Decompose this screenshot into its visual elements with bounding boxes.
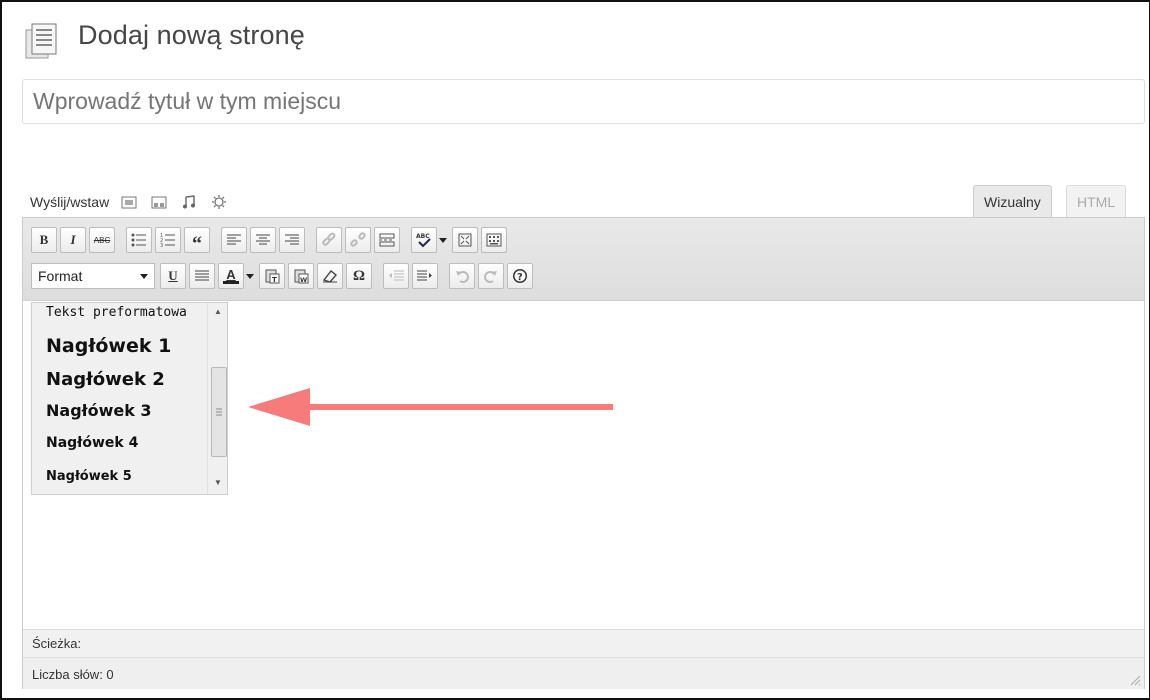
media-icon[interactable] <box>209 194 229 210</box>
format-option-heading-2[interactable]: Nagłówek 2 <box>46 369 165 390</box>
bullet-list-icon[interactable] <box>126 227 152 253</box>
fullscreen-icon[interactable] <box>452 227 478 253</box>
text-color-label: A <box>226 267 236 282</box>
help-icon[interactable]: ? <box>507 263 533 289</box>
dropdown-scrollbar[interactable]: ▲ ▼ <box>207 303 227 494</box>
undo-icon[interactable] <box>449 263 475 289</box>
format-option-heading-3[interactable]: Nagłówek 3 <box>46 401 152 420</box>
word-count-bar: Liczba słów: 0 <box>23 657 1144 689</box>
strikethrough-button[interactable]: ABC <box>89 227 115 253</box>
underline-label: U <box>168 268 178 283</box>
scroll-up-arrow-icon[interactable]: ▲ <box>212 307 224 317</box>
text-color-dropdown-icon[interactable] <box>244 263 256 289</box>
format-select[interactable]: Format <box>31 263 155 289</box>
editor: B I ABC 123 “ ABC Format U A T W Ω ? Tek… <box>22 217 1145 689</box>
audio-icon[interactable] <box>179 194 199 210</box>
scrollbar-thumb[interactable] <box>211 367 227 457</box>
numbered-list-icon[interactable]: 123 <box>155 227 181 253</box>
italic-button[interactable]: I <box>60 227 86 253</box>
svg-text:3: 3 <box>160 243 163 247</box>
indent-icon[interactable] <box>412 263 438 289</box>
kitchen-sink-icon[interactable] <box>481 227 507 253</box>
upload-insert-label: Wyślij/wstaw <box>30 194 110 210</box>
svg-text:T: T <box>272 276 277 284</box>
more-tag-icon[interactable] <box>374 227 400 253</box>
annotation-arrow-icon <box>248 388 613 426</box>
resize-grip-icon[interactable] <box>1129 674 1141 686</box>
format-option-preformatted[interactable]: Tekst preformatowa <box>46 305 187 320</box>
word-count: Liczba słów: 0 <box>32 667 114 682</box>
upload-insert-bar: Wyślij/wstaw <box>30 192 239 212</box>
blockquote-button[interactable]: “ <box>184 227 210 255</box>
path-label: Ścieżka: <box>32 636 82 651</box>
format-option-heading-5[interactable]: Nagłówek 5 <box>46 469 132 484</box>
italic-label: I <box>70 232 76 247</box>
underline-button[interactable]: U <box>160 263 186 289</box>
paste-text-icon[interactable]: T <box>259 263 285 289</box>
post-title-input[interactable] <box>22 79 1145 124</box>
omega-label: Ω <box>352 267 365 284</box>
scroll-down-arrow-icon[interactable]: ▼ <box>212 478 224 488</box>
spellcheck-dropdown-icon[interactable] <box>437 227 449 253</box>
spellcheck-icon[interactable]: ABC <box>411 227 437 253</box>
gallery-icon[interactable] <box>149 194 169 210</box>
format-option-heading-1[interactable]: Nagłówek 1 <box>46 335 171 357</box>
eraser-icon[interactable] <box>317 263 343 289</box>
svg-text:ABC: ABC <box>416 233 430 240</box>
toolbar-row-2: Format U A T W Ω ? <box>31 263 536 289</box>
bold-label: B <box>39 232 49 247</box>
align-right-icon[interactable] <box>279 227 305 253</box>
blockquote-label: “ <box>192 232 202 255</box>
justify-icon[interactable] <box>189 263 215 289</box>
toolbar-row-1: B I ABC 123 “ ABC <box>31 227 510 255</box>
paste-word-icon[interactable]: W <box>288 263 314 289</box>
text-color-button[interactable]: A <box>218 263 244 289</box>
path-statusbar: Ścieżka: <box>23 629 1144 657</box>
strikethrough-label: ABC <box>93 235 111 245</box>
tab-html[interactable]: HTML <box>1066 185 1127 218</box>
text-color-swatch <box>223 281 239 284</box>
pages-icon <box>25 23 57 59</box>
bold-button[interactable]: B <box>31 227 57 253</box>
format-dropdown-menu: Tekst preformatowa Nagłówek 1 Nagłówek 2… <box>31 302 228 495</box>
svg-text:W: W <box>300 276 307 284</box>
format-option-heading-4[interactable]: Nagłówek 4 <box>46 435 138 451</box>
link-icon[interactable] <box>316 227 342 253</box>
align-left-icon[interactable] <box>221 227 247 253</box>
svg-text:?: ? <box>517 272 523 283</box>
special-char-button[interactable]: Ω <box>346 263 372 289</box>
page-title: Dodaj nową stronę <box>78 20 305 50</box>
image-icon[interactable] <box>119 194 139 210</box>
align-center-icon[interactable] <box>250 227 276 253</box>
unlink-icon[interactable] <box>345 227 371 253</box>
tab-visual[interactable]: Wizualny <box>973 185 1052 218</box>
redo-icon[interactable] <box>478 263 504 289</box>
outdent-icon[interactable] <box>383 263 409 289</box>
editor-toolbar: B I ABC 123 “ ABC Format U A T W Ω ? <box>23 218 1144 301</box>
format-select-value: Format <box>38 268 83 284</box>
chevron-down-icon <box>140 273 148 279</box>
